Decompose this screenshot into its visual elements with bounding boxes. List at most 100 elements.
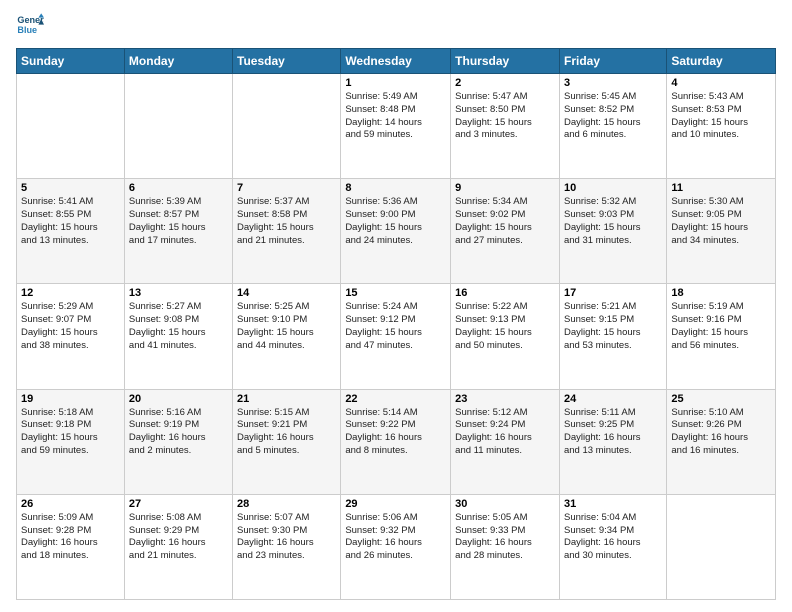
calendar-cell: 13Sunrise: 5:27 AM Sunset: 9:08 PM Dayli… <box>124 284 232 389</box>
calendar-cell: 1 Sunrise: 5:49 AM Sunset: 8:48 PM Daylig… <box>341 74 451 179</box>
day-number: 20 <box>129 393 228 405</box>
day-number: 6 <box>129 182 228 194</box>
day-number: 21 <box>237 393 336 405</box>
day-number: 14 <box>237 287 336 299</box>
calendar-cell: 12 Sunrise: 5:29 AM Sunset: 9:07 PM Dayli… <box>17 284 125 389</box>
calendar-cell: 15 Sunrise: 5:24 AM Sunset: 9:12 PM Dayli… <box>341 284 451 389</box>
day-header-wednesday: Wednesday <box>341 49 451 74</box>
day-info: Sunrise: 5:10 AM Sunset: 9:26 PM Dayligh… <box>671 407 771 458</box>
day-number: 15 <box>345 287 446 299</box>
calendar-cell: 18Sunrise: 5:19 AM Sunset: 9:16 PM Dayli… <box>667 284 776 389</box>
day-info: Sunrise: 5:25 AM Sunset: 9:10 PM Dayligh… <box>237 301 336 352</box>
calendar-cell: 31 Sunrise: 5:04 AM Sunset: 9:34 PM Dayli… <box>559 494 666 599</box>
calendar-cell: 4Sunrise: 5:43 AM Sunset: 8:53 PM Daylig… <box>667 74 776 179</box>
day-info: Sunrise: 5:21 AM Sunset: 9:15 PM Dayligh… <box>564 301 662 352</box>
day-number: 22 <box>345 393 446 405</box>
calendar-cell: 3Sunrise: 5:45 AM Sunset: 8:52 PM Daylig… <box>559 74 666 179</box>
calendar-cell <box>17 74 125 179</box>
week-row-2: 5Sunrise: 5:41 AM Sunset: 8:55 PM Daylig… <box>17 179 776 284</box>
calendar-cell: 30 Sunrise: 5:05 AM Sunset: 9:33 PM Dayli… <box>451 494 560 599</box>
calendar-cell: 10 Sunrise: 5:32 AM Sunset: 9:03 PM Dayli… <box>559 179 666 284</box>
day-info: Sunrise: 5:39 AM Sunset: 8:57 PM Dayligh… <box>129 196 228 247</box>
calendar-cell: 27 Sunrise: 5:08 AM Sunset: 9:29 PM Dayli… <box>124 494 232 599</box>
day-info: Sunrise: 5:16 AM Sunset: 9:19 PM Dayligh… <box>129 407 228 458</box>
calendar-cell: 6 Sunrise: 5:39 AM Sunset: 8:57 PM Daylig… <box>124 179 232 284</box>
day-info: Sunrise: 5:07 AM Sunset: 9:30 PM Dayligh… <box>237 512 336 563</box>
day-info: Sunrise: 5:49 AM Sunset: 8:48 PM Dayligh… <box>345 91 446 142</box>
day-info: Sunrise: 5:24 AM Sunset: 9:12 PM Dayligh… <box>345 301 446 352</box>
day-info: Sunrise: 5:47 AM Sunset: 8:50 PM Dayligh… <box>455 91 555 142</box>
calendar-cell <box>667 494 776 599</box>
day-info: Sunrise: 5:15 AM Sunset: 9:21 PM Dayligh… <box>237 407 336 458</box>
day-info: Sunrise: 5:11 AM Sunset: 9:25 PM Dayligh… <box>564 407 662 458</box>
day-number: 8 <box>345 182 446 194</box>
day-number: 1 <box>345 77 446 89</box>
calendar-cell: 29Sunrise: 5:06 AM Sunset: 9:32 PM Dayli… <box>341 494 451 599</box>
day-number: 16 <box>455 287 555 299</box>
calendar-cell: 26Sunrise: 5:09 AM Sunset: 9:28 PM Dayli… <box>17 494 125 599</box>
calendar-cell: 21 Sunrise: 5:15 AM Sunset: 9:21 PM Dayli… <box>233 389 341 494</box>
calendar-cell: 8 Sunrise: 5:36 AM Sunset: 9:00 PM Daylig… <box>341 179 451 284</box>
calendar-cell <box>124 74 232 179</box>
calendar-table: SundayMondayTuesdayWednesdayThursdayFrid… <box>16 48 776 600</box>
calendar-cell <box>233 74 341 179</box>
day-info: Sunrise: 5:27 AM Sunset: 9:08 PM Dayligh… <box>129 301 228 352</box>
day-number: 9 <box>455 182 555 194</box>
calendar-cell: 7Sunrise: 5:37 AM Sunset: 8:58 PM Daylig… <box>233 179 341 284</box>
day-info: Sunrise: 5:29 AM Sunset: 9:07 PM Dayligh… <box>21 301 120 352</box>
calendar-cell: 2 Sunrise: 5:47 AM Sunset: 8:50 PM Daylig… <box>451 74 560 179</box>
day-number: 3 <box>564 77 662 89</box>
day-info: Sunrise: 5:18 AM Sunset: 9:18 PM Dayligh… <box>21 407 120 458</box>
day-number: 10 <box>564 182 662 194</box>
day-header-tuesday: Tuesday <box>233 49 341 74</box>
day-number: 19 <box>21 393 120 405</box>
calendar-cell: 11 Sunrise: 5:30 AM Sunset: 9:05 PM Dayli… <box>667 179 776 284</box>
week-row-5: 26Sunrise: 5:09 AM Sunset: 9:28 PM Dayli… <box>17 494 776 599</box>
week-row-3: 12 Sunrise: 5:29 AM Sunset: 9:07 PM Dayli… <box>17 284 776 389</box>
day-number: 27 <box>129 498 228 510</box>
calendar-cell: 25 Sunrise: 5:10 AM Sunset: 9:26 PM Dayli… <box>667 389 776 494</box>
calendar-cell: 20 Sunrise: 5:16 AM Sunset: 9:19 PM Dayli… <box>124 389 232 494</box>
day-header-sunday: Sunday <box>17 49 125 74</box>
day-number: 26 <box>21 498 120 510</box>
day-number: 31 <box>564 498 662 510</box>
calendar-cell: 23 Sunrise: 5:12 AM Sunset: 9:24 PM Dayli… <box>451 389 560 494</box>
week-row-4: 19 Sunrise: 5:18 AM Sunset: 9:18 PM Dayli… <box>17 389 776 494</box>
day-number: 25 <box>671 393 771 405</box>
day-number: 12 <box>21 287 120 299</box>
day-info: Sunrise: 5:41 AM Sunset: 8:55 PM Dayligh… <box>21 196 120 247</box>
day-number: 24 <box>564 393 662 405</box>
calendar-cell: 17Sunrise: 5:21 AM Sunset: 9:15 PM Dayli… <box>559 284 666 389</box>
calendar-cell: 5Sunrise: 5:41 AM Sunset: 8:55 PM Daylig… <box>17 179 125 284</box>
day-info: Sunrise: 5:19 AM Sunset: 9:16 PM Dayligh… <box>671 301 771 352</box>
day-number: 2 <box>455 77 555 89</box>
day-header-friday: Friday <box>559 49 666 74</box>
day-info: Sunrise: 5:36 AM Sunset: 9:00 PM Dayligh… <box>345 196 446 247</box>
day-info: Sunrise: 5:34 AM Sunset: 9:02 PM Dayligh… <box>455 196 555 247</box>
week-row-1: 1 Sunrise: 5:49 AM Sunset: 8:48 PM Daylig… <box>17 74 776 179</box>
svg-text:Blue: Blue <box>17 25 37 35</box>
page: General Blue SundayMondayTuesdayWednesda… <box>0 0 792 612</box>
day-info: Sunrise: 5:12 AM Sunset: 9:24 PM Dayligh… <box>455 407 555 458</box>
day-info: Sunrise: 5:08 AM Sunset: 9:29 PM Dayligh… <box>129 512 228 563</box>
day-number: 7 <box>237 182 336 194</box>
calendar-cell: 14 Sunrise: 5:25 AM Sunset: 9:10 PM Dayli… <box>233 284 341 389</box>
day-info: Sunrise: 5:04 AM Sunset: 9:34 PM Dayligh… <box>564 512 662 563</box>
day-info: Sunrise: 5:14 AM Sunset: 9:22 PM Dayligh… <box>345 407 446 458</box>
header: General Blue <box>16 12 776 40</box>
day-number: 29 <box>345 498 446 510</box>
day-info: Sunrise: 5:05 AM Sunset: 9:33 PM Dayligh… <box>455 512 555 563</box>
calendar-cell: 19 Sunrise: 5:18 AM Sunset: 9:18 PM Dayli… <box>17 389 125 494</box>
calendar-cell: 24 Sunrise: 5:11 AM Sunset: 9:25 PM Dayli… <box>559 389 666 494</box>
day-header-thursday: Thursday <box>451 49 560 74</box>
day-number: 30 <box>455 498 555 510</box>
day-info: Sunrise: 5:43 AM Sunset: 8:53 PM Dayligh… <box>671 91 771 142</box>
calendar-cell: 9 Sunrise: 5:34 AM Sunset: 9:02 PM Daylig… <box>451 179 560 284</box>
day-info: Sunrise: 5:30 AM Sunset: 9:05 PM Dayligh… <box>671 196 771 247</box>
day-number: 11 <box>671 182 771 194</box>
calendar-cell: 22 Sunrise: 5:14 AM Sunset: 9:22 PM Dayli… <box>341 389 451 494</box>
day-number: 23 <box>455 393 555 405</box>
day-info: Sunrise: 5:32 AM Sunset: 9:03 PM Dayligh… <box>564 196 662 247</box>
calendar-cell: 28Sunrise: 5:07 AM Sunset: 9:30 PM Dayli… <box>233 494 341 599</box>
header-row: SundayMondayTuesdayWednesdayThursdayFrid… <box>17 49 776 74</box>
